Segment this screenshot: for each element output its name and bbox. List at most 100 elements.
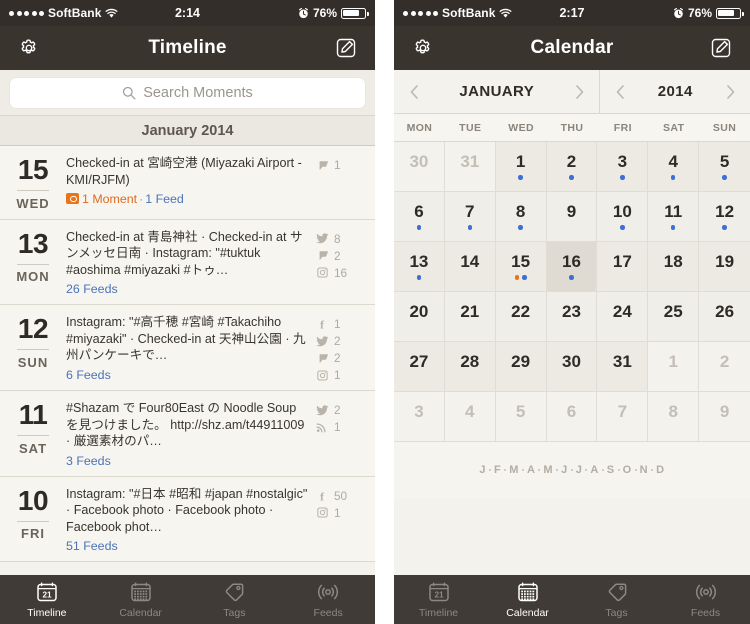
- year-selector: 2014: [600, 70, 750, 113]
- month-abbrev[interactable]: J: [476, 464, 489, 476]
- month-abbrev[interactable]: M: [540, 464, 556, 476]
- gear-icon[interactable]: [408, 33, 438, 63]
- calendar-day-cell[interactable]: 6: [394, 192, 445, 242]
- calendar-day-cell[interactable]: 5: [699, 142, 750, 192]
- month-abbrev[interactable]: D: [653, 464, 667, 476]
- calendar-day-cell[interactable]: 8: [648, 392, 700, 442]
- calendar-day-cell[interactable]: 11: [648, 192, 700, 242]
- feeds-count[interactable]: 26 Feeds: [66, 282, 311, 296]
- calendar-day-cell[interactable]: 2: [546, 142, 598, 192]
- timeline-entry[interactable]: 11 SAT #Shazam で Four80East の Noodle Soup …: [0, 391, 375, 477]
- day-dots: [416, 275, 422, 280]
- calendar-day-cell[interactable]: 18: [648, 242, 700, 292]
- day-number: 30: [409, 152, 429, 171]
- calendar-day-cell[interactable]: 30: [394, 142, 445, 192]
- calendar-day-cell[interactable]: 16: [546, 242, 598, 292]
- month-abbrev[interactable]: S: [604, 464, 618, 476]
- timeline-entry[interactable]: 10 FRI Instagram: "#日本 #昭和 #japan #nostalg…: [0, 476, 375, 562]
- calendar-day-cell[interactable]: 1: [648, 342, 700, 392]
- tab-feeds[interactable]: Feeds: [281, 580, 375, 619]
- calendar-day-cell[interactable]: 7: [444, 192, 496, 242]
- compose-icon[interactable]: [331, 33, 361, 63]
- calendar-day-cell[interactable]: 8: [495, 192, 547, 242]
- chevron-left-icon[interactable]: [406, 84, 422, 100]
- calendar-day-cell[interactable]: 15: [495, 242, 547, 292]
- calendar-day-cell[interactable]: 22: [495, 292, 547, 342]
- source-count: 1: [315, 368, 365, 382]
- calendar-day-cell[interactable]: 5: [495, 392, 547, 442]
- day-activity-dot: [722, 225, 727, 230]
- calendar-day-cell[interactable]: 13: [394, 242, 445, 292]
- calendar-day-cell[interactable]: 9: [546, 192, 598, 242]
- day-activity-dot: [569, 275, 574, 280]
- compose-icon[interactable]: [706, 33, 736, 63]
- calendar-day-cell[interactable]: 17: [597, 242, 649, 292]
- calendar-day-cell[interactable]: 31: [444, 142, 496, 192]
- calendar-day-cell[interactable]: 27: [394, 342, 445, 392]
- day-number: 20: [409, 302, 429, 321]
- calendar-day-cell[interactable]: 2: [699, 342, 750, 392]
- current-year-label: 2014: [657, 83, 693, 100]
- timeline-entry[interactable]: 13 MON Checked-in at 青島神社 · Checked-in at …: [0, 219, 375, 305]
- calendar-day-cell[interactable]: 30: [546, 342, 598, 392]
- calendar-day-cell[interactable]: 14: [444, 242, 496, 292]
- calendar-day-cell[interactable]: 4: [648, 142, 700, 192]
- tab-timeline[interactable]: 21 Timeline: [0, 580, 94, 619]
- calendar-day-cell[interactable]: 28: [444, 342, 496, 392]
- month-abbrev[interactable]: A: [587, 464, 601, 476]
- moment-count[interactable]: 1 Moment: [82, 192, 137, 206]
- timeline-entry[interactable]: 12 SUN Instagram: "#高千穂 #宮崎 #Takachiho #mi…: [0, 305, 375, 391]
- calendar-day-cell[interactable]: 9: [699, 392, 750, 442]
- calendar-day-cell[interactable]: 12: [699, 192, 750, 242]
- calendar-day-cell[interactable]: 25: [648, 292, 700, 342]
- tab-tags[interactable]: Tags: [188, 580, 282, 619]
- date-divider: [17, 190, 49, 191]
- tab-feeds[interactable]: Feeds: [661, 580, 750, 619]
- feed-count[interactable]: 1 Feed: [145, 192, 184, 206]
- calendar-day-cell[interactable]: 20: [394, 292, 445, 342]
- calendar-day-cell[interactable]: 3: [394, 392, 445, 442]
- feeds-count[interactable]: 51 Feeds: [66, 539, 311, 553]
- entry-counts: 8 2 16: [315, 229, 365, 297]
- chevron-right-icon[interactable]: [722, 84, 738, 100]
- calendar-day-cell[interactable]: 4: [444, 392, 496, 442]
- calendar-day-cell[interactable]: 3: [597, 142, 649, 192]
- feeds-count[interactable]: 6 Feeds: [66, 368, 311, 382]
- feeds-count[interactable]: 3 Feeds: [66, 454, 311, 468]
- calendar-day-cell[interactable]: 23: [546, 292, 598, 342]
- battery-percent: 76%: [312, 6, 337, 20]
- timeline-entry[interactable]: 15 WED Checked-in at 宮崎空港 (Miyazaki Airpor…: [0, 146, 375, 220]
- tab-timeline[interactable]: 21 Timeline: [394, 580, 483, 619]
- entry-text: Instagram: "#日本 #昭和 #japan #nostalgic" ·…: [66, 486, 308, 534]
- calendar-day-cell[interactable]: 21: [444, 292, 496, 342]
- month-abbrev[interactable]: O: [620, 464, 635, 476]
- tab-calendar[interactable]: Calendar: [94, 580, 188, 619]
- month-abbrev[interactable]: J: [558, 464, 571, 476]
- month-abbrev[interactable]: N: [637, 464, 651, 476]
- chevron-left-icon[interactable]: [612, 84, 628, 100]
- calendar-day-cell[interactable]: 29: [495, 342, 547, 392]
- calendar-day-cell[interactable]: 24: [597, 292, 649, 342]
- month-abbrev[interactable]: A: [524, 464, 538, 476]
- calendar-day-cell[interactable]: 6: [546, 392, 598, 442]
- tab-calendar[interactable]: Calendar: [483, 580, 572, 619]
- calendar-day-cell[interactable]: 1: [495, 142, 547, 192]
- month-abbrev-strip[interactable]: JFMAMJJASOND: [394, 442, 750, 498]
- chevron-right-icon[interactable]: [571, 84, 587, 100]
- day-activity-dot: [670, 175, 676, 180]
- calendar-day-cell[interactable]: 7: [597, 392, 649, 442]
- gear-icon[interactable]: [14, 33, 44, 63]
- calendar-day-cell[interactable]: 19: [699, 242, 750, 292]
- calendar-day-cell[interactable]: 31: [597, 342, 649, 392]
- calendar-day-cell[interactable]: 10: [597, 192, 649, 242]
- day-number: 9: [566, 202, 577, 221]
- month-abbrev[interactable]: M: [506, 464, 522, 476]
- day-number: 18: [663, 252, 683, 271]
- search-input[interactable]: Search Moments: [10, 78, 365, 108]
- month-abbrev[interactable]: F: [491, 464, 504, 476]
- tab-tags[interactable]: Tags: [572, 580, 661, 619]
- calendar-day-cell[interactable]: 26: [699, 292, 750, 342]
- signal-dots-icon: [403, 10, 438, 16]
- month-abbrev[interactable]: J: [573, 464, 586, 476]
- entry-day-number: 11: [18, 399, 48, 430]
